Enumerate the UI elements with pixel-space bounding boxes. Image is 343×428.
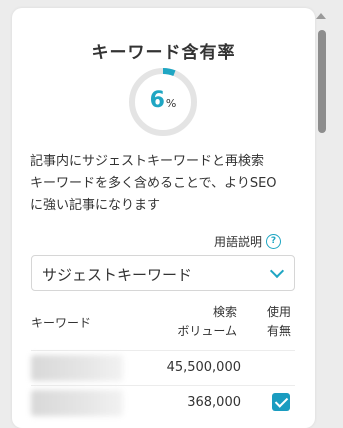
column-header-keyword: キーワード [31,316,92,330]
search-volume: 368,000 [187,395,241,410]
ratio-number: 6 [149,88,165,113]
column-header-volume-line: ボリューム [177,324,237,338]
description-line: 記事内にサジェストキーワードと再検索 [30,154,265,169]
description: 記事内にサジェストキーワードと再検索 キーワードを多く含めることで、よりSEO … [30,151,310,217]
question-circle-icon[interactable]: ? [266,234,281,249]
scroll-up-arrow-icon[interactable] [316,13,326,19]
description-line: に強い記事になります [30,198,161,213]
ratio-unit: % [165,97,177,110]
terms-link-label: 用語説明 [213,235,262,249]
column-header-used-line: 有無 [266,324,291,338]
column-header-used: 使用 有無 [259,303,299,341]
column-header-volume-line: 検索 [212,305,237,319]
chevron-down-icon [269,263,285,279]
search-volume: 45,500,000 [166,360,241,375]
panel-title: キーワード含有率 [91,43,236,63]
keyword-type-select[interactable]: サジェストキーワード [31,255,295,291]
column-header-volume: 検索 ボリューム [177,303,237,341]
description-line: キーワードを多く含めることで、よりSEO [30,176,277,191]
keyword-type-select-value: サジェストキーワード [42,266,193,284]
terms-link[interactable]: 用語説明 ? [214,233,281,250]
column-header-used-line: 使用 [266,305,291,319]
blurred-keyword [31,355,123,381]
blurred-keyword [31,390,123,416]
keyword-ratio-panel: キーワード含有率 6% 記事内にサジェストキーワードと再検索 キーワードを多く含… [12,8,315,428]
used-checkbox[interactable] [272,393,290,411]
table-row: 45,500,000 [31,350,295,385]
ratio-value: 6% [126,88,200,117]
scrollbar-thumb[interactable] [318,30,326,133]
